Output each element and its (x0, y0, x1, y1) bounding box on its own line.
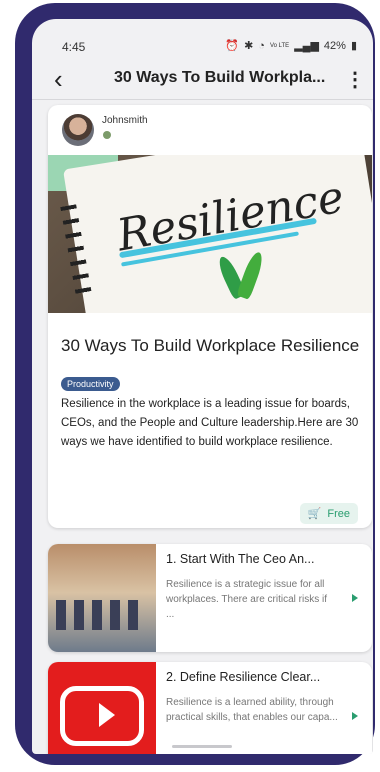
status-time: 4:45 (62, 40, 86, 54)
signal-label: Vo LTE (269, 42, 290, 49)
list-item[interactable]: 2. Define Resilience Clear... Resilience… (48, 662, 372, 754)
status-bar: 4:45 ⏰ ✱ ◔ Vo LTE ▂▄▆ 42% ▮ (32, 19, 373, 59)
post-title: 30 Ways To Build Workplace Resilience (61, 336, 360, 355)
back-arrow-icon[interactable]: ‹ (54, 65, 63, 93)
post-description: Resilience in the workplace is a leading… (61, 398, 359, 448)
app-bar: ‹ 30 Ways To Build Workpla... ⋮ (32, 59, 373, 103)
free-button[interactable]: 🛒 Free (299, 503, 358, 524)
list-item[interactable]: 1. Start With The Ceo An... Resilience i… (48, 544, 372, 652)
author-badge-icon (103, 131, 111, 139)
battery-level: 42% (323, 39, 346, 52)
item-description: Resilience is a learned ability, through… (166, 697, 338, 723)
video-play-icon (60, 686, 144, 746)
play-arrow-icon[interactable] (352, 594, 358, 602)
home-indicator[interactable] (172, 745, 232, 748)
video-thumbnail (48, 662, 156, 754)
hero-image: Resilience (48, 155, 372, 313)
page-title: 30 Ways To Build Workpla... (114, 69, 326, 86)
item-title: 1. Start With The Ceo An... (166, 552, 315, 566)
more-vert-icon[interactable]: ⋮ (345, 67, 365, 92)
alarm-icon: ⏰ (225, 40, 240, 52)
play-arrow-icon[interactable] (352, 712, 358, 720)
people-shape (56, 600, 146, 630)
item-description: Resilience is a strategic issue for all … (166, 579, 327, 620)
free-label: Free (327, 508, 350, 520)
status-icons: ⏰ ✱ ◔ Vo LTE ▂▄▆ 42% ▮ (225, 39, 357, 53)
author-name[interactable]: Johnsmith (102, 115, 148, 126)
avatar[interactable] (62, 114, 94, 146)
item-title: 2. Define Resilience Clear... (166, 670, 321, 684)
bluetooth-icon: ✱ (244, 40, 254, 52)
post-card: Johnsmith Resilience 30 Ways To Build Wo… (48, 105, 372, 528)
screen: 4:45 ⏰ ✱ ◔ Vo LTE ▂▄▆ 42% ▮ ‹ 30 Ways To… (32, 19, 373, 754)
thumbnail-image (48, 544, 156, 652)
category-tag[interactable]: Productivity (61, 377, 120, 391)
play-triangle-icon (99, 703, 115, 727)
cart-icon: 🛒 (307, 508, 322, 520)
app-bar-divider (32, 99, 373, 100)
signal-icon: ▂▄▆ (294, 40, 319, 52)
wifi-icon: ◔ (258, 39, 265, 52)
battery-icon: ▮ (350, 40, 357, 52)
